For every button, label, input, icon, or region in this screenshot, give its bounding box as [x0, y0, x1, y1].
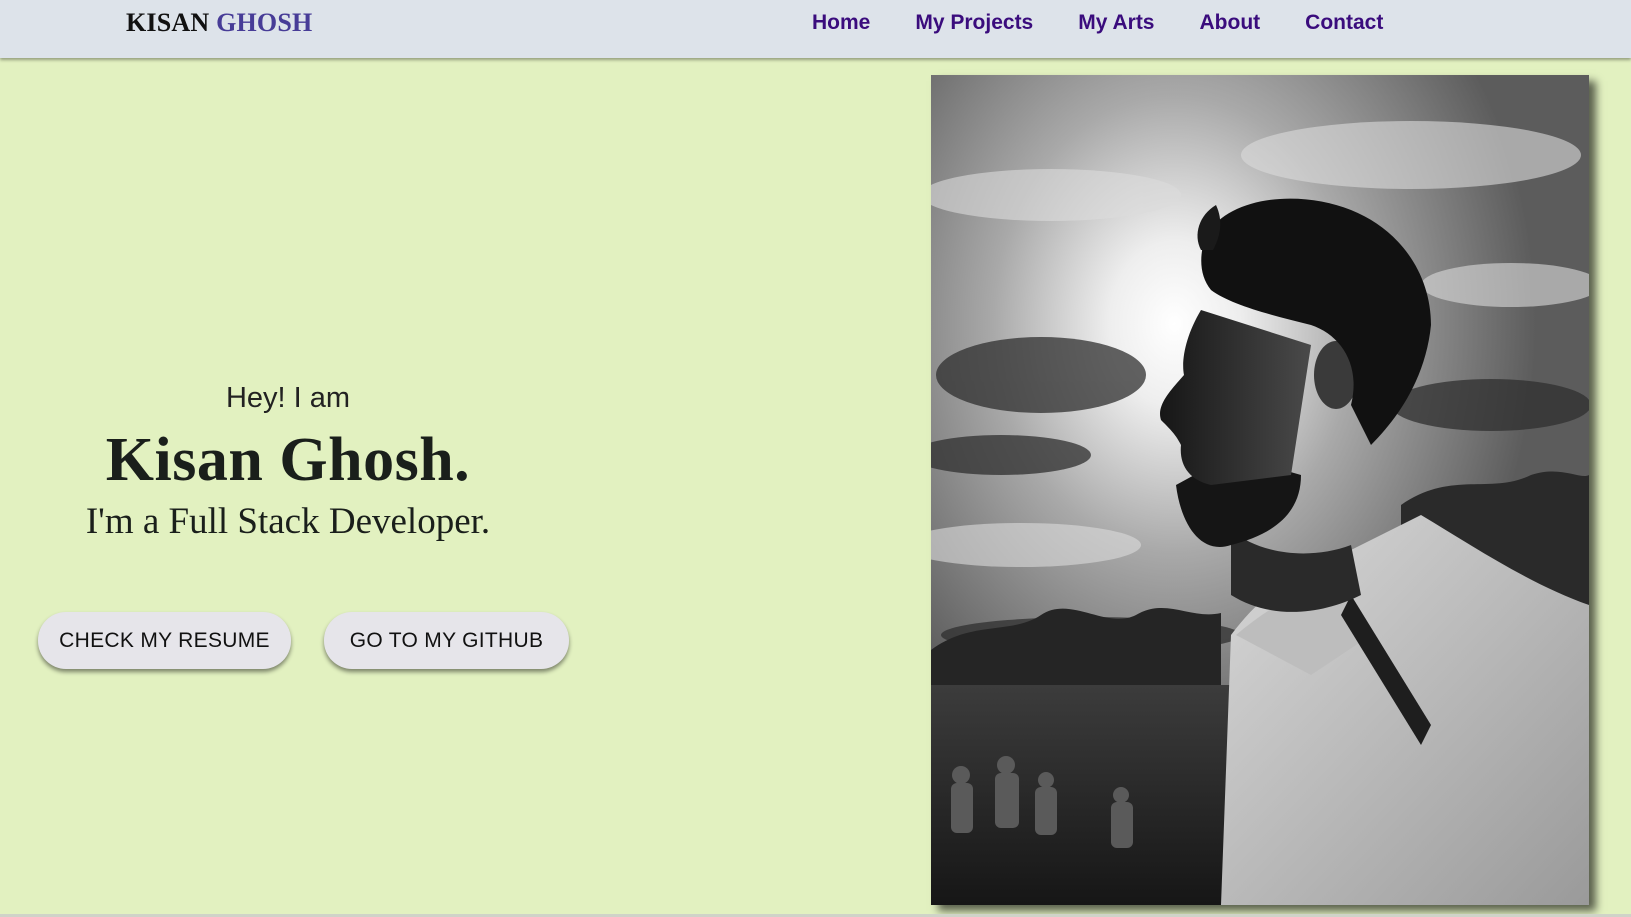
- brand-last-name: GHOSH: [216, 8, 313, 37]
- hero-greeting: Hey! I am: [225, 382, 351, 414]
- brand-logo[interactable]: KISAN GHOSH: [126, 8, 312, 38]
- nav-home-link[interactable]: Home: [812, 11, 870, 35]
- brand-first-name: KISAN: [126, 8, 210, 37]
- check-resume-button[interactable]: CHECK MY RESUME: [38, 612, 291, 669]
- nav-my-projects-link[interactable]: My Projects: [915, 11, 1033, 35]
- profile-photo: [931, 75, 1589, 905]
- nav-links: Home My Projects My Arts About Contact: [812, 11, 1383, 35]
- nav-contact-link[interactable]: Contact: [1305, 11, 1383, 35]
- navbar: KISAN GHOSH Home My Projects My Arts Abo…: [0, 0, 1631, 58]
- nav-about-link[interactable]: About: [1200, 11, 1261, 35]
- hero-text: Hey! I am Kisan Ghosh. I'm a Full Stack …: [0, 380, 576, 544]
- hero-role: I'm a Full Stack Developer.: [85, 501, 491, 542]
- hero-name: Kisan Ghosh.: [105, 426, 471, 494]
- profile-photo-image: [931, 75, 1589, 905]
- github-button[interactable]: GO TO MY GITHUB: [324, 612, 569, 669]
- nav-my-arts-link[interactable]: My Arts: [1078, 11, 1154, 35]
